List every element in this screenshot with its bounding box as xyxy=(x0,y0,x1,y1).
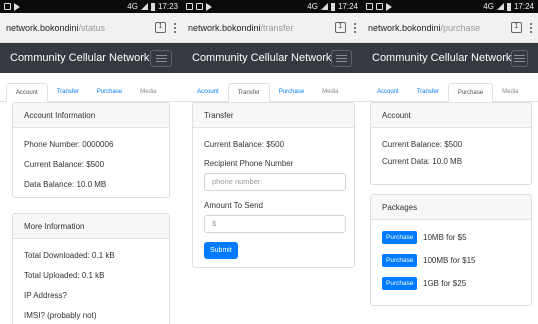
tab-transfer[interactable]: Transfer xyxy=(48,83,88,101)
hamburger-menu-icon[interactable] xyxy=(331,49,352,67)
browser-url-bar: network.bokondini/purchase 1 xyxy=(362,13,538,43)
tab-purchase[interactable]: Purchase xyxy=(270,83,313,101)
packages-card: Packages Purchase 10MB for $5 Purchase 1… xyxy=(370,194,532,306)
battery-icon xyxy=(150,2,155,11)
overflow-menu-icon[interactable] xyxy=(174,22,176,33)
tab-account[interactable]: Account xyxy=(188,83,228,101)
play-store-icon xyxy=(14,2,20,11)
more-information-card: More Information Total Downloaded: 0.1 k… xyxy=(12,213,170,324)
tab-transfer[interactable]: Transfer xyxy=(408,83,448,101)
image-icon xyxy=(4,3,11,10)
total-downloaded: Total Downloaded: 0.1 kB xyxy=(24,251,115,260)
navbar: Community Cellular Network xyxy=(0,43,182,73)
url-host: network.bokondini xyxy=(188,22,261,33)
play-store-icon xyxy=(386,2,392,11)
network-type: 4G xyxy=(307,2,318,11)
address-field[interactable]: network.bokondini/status xyxy=(6,23,149,33)
status-bar: 4G 17:24 xyxy=(182,0,362,13)
image-icon xyxy=(366,3,373,10)
url-host: network.bokondini xyxy=(6,22,79,33)
ip-address: IP Address? xyxy=(24,291,67,300)
tab-switcher-button[interactable]: 1 xyxy=(335,22,346,33)
navbar-brand[interactable]: Community Cellular Network xyxy=(10,52,150,64)
card-header: Transfer xyxy=(193,103,354,128)
battery-icon xyxy=(506,2,511,11)
signal-icon xyxy=(140,3,148,10)
current-balance: Current Balance: $500 xyxy=(204,140,285,149)
current-balance: Current Balance: $500 xyxy=(24,160,105,169)
browser-url-bar: network.bokondini/transfer 1 xyxy=(182,13,362,43)
navbar-brand[interactable]: Community Cellular Network xyxy=(372,52,511,64)
total-uploaded: Total Uploaded: 0.1 kB xyxy=(24,271,105,280)
clock: 17:23 xyxy=(157,2,178,11)
navbar: Community Cellular Network xyxy=(362,43,538,73)
tab-media[interactable]: Media xyxy=(131,83,165,101)
battery-icon xyxy=(330,2,335,11)
imsi: IMSI? (probably not) xyxy=(24,311,97,320)
tab-account[interactable]: Account xyxy=(368,83,408,101)
tab-transfer[interactable]: Transfer xyxy=(227,83,270,102)
tab-switcher-button[interactable]: 1 xyxy=(155,22,166,33)
network-type: 4G xyxy=(483,2,494,11)
image-icon xyxy=(376,3,383,10)
url-path: /purchase xyxy=(440,22,481,33)
nav-tabs: Account Transfer Purchase Media xyxy=(0,83,182,102)
tab-media[interactable]: Media xyxy=(493,83,527,101)
current-balance: Current Balance: $500 xyxy=(382,140,463,149)
status-bar: 4G 17:23 xyxy=(0,0,182,13)
address-field[interactable]: network.bokondini/transfer xyxy=(188,23,329,33)
play-store-icon xyxy=(206,2,212,11)
signal-icon xyxy=(320,3,328,10)
navbar: Community Cellular Network xyxy=(182,43,362,73)
purchase-100mb-button[interactable]: Purchase xyxy=(382,254,418,267)
purchase-10mb-button[interactable]: Purchase xyxy=(382,231,418,244)
url-host: network.bokondini xyxy=(368,22,441,33)
card-header: Account xyxy=(371,103,531,128)
address-field[interactable]: network.bokondini/purchase xyxy=(368,23,505,33)
tab-account[interactable]: Account xyxy=(6,83,48,102)
url-path: /transfer xyxy=(260,22,294,33)
phone-screen-status: 4G 17:23 network.bokondini/status 1 Comm… xyxy=(0,0,182,324)
url-path: /status xyxy=(78,22,106,33)
clock: 17:24 xyxy=(337,2,358,11)
phone-number: Phone Number: 0000006 xyxy=(24,140,114,149)
account-information-card: Account Information Phone Number: 000000… xyxy=(12,102,170,198)
clock: 17:24 xyxy=(513,2,534,11)
signal-icon xyxy=(496,3,504,10)
image-icon xyxy=(186,3,193,10)
data-balance: Data Balance: 10.0 MB xyxy=(24,180,107,189)
submit-button[interactable]: Submit xyxy=(204,242,238,259)
tab-purchase[interactable]: Purchase xyxy=(88,83,131,101)
network-type: 4G xyxy=(127,2,138,11)
hamburger-menu-icon[interactable] xyxy=(150,49,172,67)
phone-screen-purchase: 4G 17:24 network.bokondini/purchase 1 Co… xyxy=(362,0,538,324)
overflow-menu-icon[interactable] xyxy=(354,22,356,33)
transfer-card: Transfer Current Balance: $500 Recipient… xyxy=(192,102,355,268)
amount-input[interactable]: $ xyxy=(204,215,346,233)
phone-screen-transfer: 4G 17:24 network.bokondini/transfer 1 Co… xyxy=(182,0,362,324)
package-10mb-label: 10MB for $5 xyxy=(423,233,467,242)
tab-media[interactable]: Media xyxy=(313,83,347,101)
tab-switcher-button[interactable]: 1 xyxy=(511,22,522,33)
overflow-menu-icon[interactable] xyxy=(530,22,532,33)
recipient-phone-input[interactable]: phone number xyxy=(204,173,346,191)
card-header: Account Information xyxy=(13,103,169,128)
nav-tabs: Account Transfer Purchase Media xyxy=(362,83,538,102)
package-1gb-label: 1GB for $25 xyxy=(423,279,467,288)
tab-purchase[interactable]: Purchase xyxy=(447,83,494,102)
card-header: More Information xyxy=(13,214,169,239)
card-header: Packages xyxy=(371,195,531,220)
account-card: Account Current Balance: $500 Current Da… xyxy=(370,102,532,185)
recipient-label: Recipient Phone Number xyxy=(204,159,294,168)
status-bar: 4G 17:24 xyxy=(362,0,538,13)
current-data: Current Data: 10.0 MB xyxy=(382,157,463,166)
package-100mb-label: 100MB for $15 xyxy=(423,256,476,265)
nav-tabs: Account Transfer Purchase Media xyxy=(182,83,362,102)
purchase-1gb-button[interactable]: Purchase xyxy=(382,277,418,290)
browser-url-bar: network.bokondini/status 1 xyxy=(0,13,182,43)
amount-label: Amount To Send xyxy=(204,201,264,210)
image-icon xyxy=(196,3,203,10)
hamburger-menu-icon[interactable] xyxy=(511,49,528,67)
navbar-brand[interactable]: Community Cellular Network xyxy=(192,52,331,64)
